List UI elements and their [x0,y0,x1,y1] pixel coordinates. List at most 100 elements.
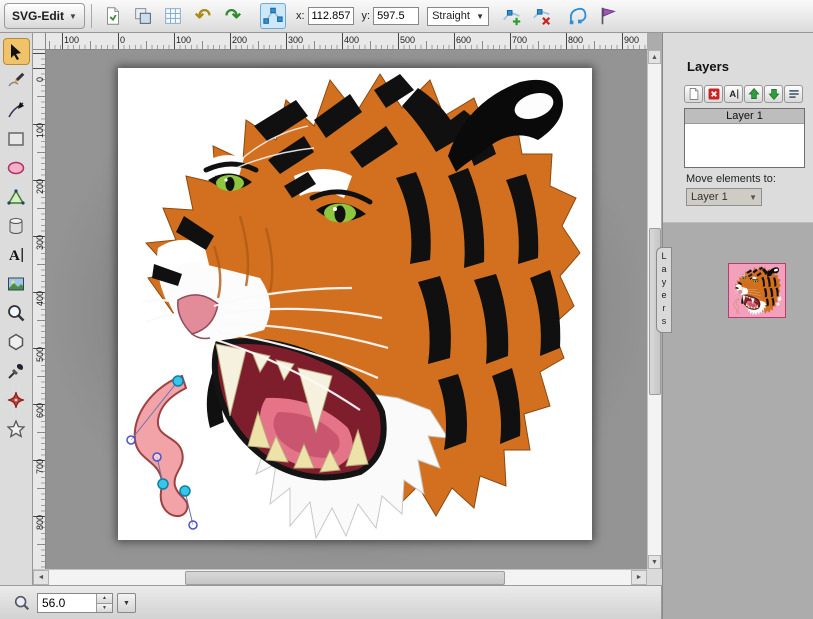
merge-layer-button[interactable] [784,85,803,103]
scroll-right-button[interactable]: ► [631,570,647,585]
redo-icon: ↷ [225,7,241,26]
star-tool[interactable] [3,415,30,442]
pencil-icon [6,71,26,91]
zoom-tool[interactable] [3,299,30,326]
spinner-up-icon: ▲ [102,595,107,601]
polygon-tool[interactable] [3,328,30,355]
line-tool[interactable] [3,96,30,123]
layer-buttons-row: A [684,85,803,103]
left-toolbar: A [0,33,33,585]
delete-layer-button[interactable] [704,85,723,103]
new-layer-button[interactable] [684,85,703,103]
horizontal-scroll-thumb[interactable] [185,571,505,585]
app-logo-label: SVG-Edit [12,9,64,23]
scroll-left-icon: ◄ [38,574,45,581]
duplicate-icon [132,5,154,27]
segment-type-select[interactable]: Straight ▼ [427,7,489,26]
link-control-points-button[interactable] [260,3,286,29]
zoom-input[interactable] [38,594,96,612]
eyedropper-tool[interactable] [3,357,30,384]
scroll-up-button[interactable]: ▲ [648,50,661,64]
link-control-points-icon [262,5,284,27]
zoom-spin-down-button[interactable]: ▼ [97,604,112,613]
ruler-label: 200 [232,35,247,45]
zoom-spinbox: ▲ ▼ [37,593,113,613]
scroll-left-button[interactable]: ◄ [33,570,49,585]
undo-button[interactable]: ↶ [190,3,216,29]
ruler-label: 600 [35,403,45,418]
delete-node-icon [531,5,553,27]
image-tool[interactable] [3,270,30,297]
zoom-preset-dropdown[interactable]: ▼ [117,593,136,613]
bottom-bar: ▲ ▼ ▼ [0,585,662,619]
document-button[interactable] [100,3,126,29]
ruler-label: 900 [624,35,639,45]
layers-side-tab[interactable]: Layers [656,247,672,333]
ruler-label: 500 [400,35,415,45]
flag-button[interactable] [595,3,621,29]
canvas-artwork[interactable] [118,68,592,540]
ruler-label: 300 [35,235,45,250]
ruler-label: 100 [176,35,191,45]
ruler-label: 100 [35,123,45,138]
horizontal-scrollbar[interactable]: ◄ ► [33,569,647,585]
pen-icon [6,100,26,120]
chevron-down-icon: ▼ [69,12,77,21]
open-path-button[interactable] [565,3,591,29]
svg-edit-app: SVG-Edit ▼ ↶ ↷ x: y: Straight ▼ [0,0,813,619]
drawing-canvas[interactable] [118,68,592,540]
select-tool[interactable] [3,38,30,65]
ruler-label: 200 [35,179,45,194]
path-triangle-icon [6,187,26,207]
toolbar-separator [91,4,92,28]
scroll-down-button[interactable]: ▼ [648,555,661,569]
move-layer-down-icon [767,87,781,101]
zoom-status-icon [13,594,31,612]
top-toolbar: SVG-Edit ▼ ↶ ↷ x: y: Straight ▼ [0,0,813,33]
star-icon [6,419,26,439]
x-coordinate-input[interactable] [308,7,354,25]
drawing-thumbnail [728,263,786,318]
main-menu-button[interactable]: SVG-Edit ▼ [4,3,85,29]
left-ruler: 0100200300400500600700800 [33,50,46,569]
canvas-workspace[interactable] [46,50,647,569]
layer-list: Layer 1 [684,108,805,168]
shape-library-tool[interactable] [3,212,30,239]
ellipse-tool[interactable] [3,154,30,181]
top-ruler: 1000100200300400500600700800900100 [46,33,647,50]
y-coordinate-input[interactable] [373,7,419,25]
ruler-label: 700 [35,459,45,474]
ornament-tool[interactable] [3,386,30,413]
redo-button[interactable]: ↷ [220,3,246,29]
move-layer-down-button[interactable] [764,85,783,103]
right-panel: Layers A [662,33,813,619]
layers-panel: Layers A [663,33,813,223]
text-tool[interactable]: A [3,241,30,268]
delete-node-button[interactable] [529,3,555,29]
pencil-tool[interactable] [3,67,30,94]
layers-panel-title: Layers [687,59,729,74]
ruler-label: 400 [35,291,45,306]
svg-text:A: A [729,89,736,99]
add-node-button[interactable] [499,3,525,29]
rename-layer-button[interactable]: A [724,85,743,103]
grid-icon [162,5,184,27]
zoom-spin-up-button[interactable]: ▲ [97,594,112,604]
duplicate-button[interactable] [130,3,156,29]
cylinder-icon [6,216,26,236]
layer-row[interactable]: Layer 1 [685,109,804,124]
ellipse-icon [6,158,26,178]
chevron-down-icon: ▼ [123,600,130,607]
grid-button[interactable] [160,3,186,29]
zoom-spinner: ▲ ▼ [96,594,112,612]
move-target-value: Layer 1 [691,191,728,203]
rect-tool[interactable] [3,125,30,152]
svg-text:A: A [9,248,20,264]
move-target-select[interactable]: Layer 1 ▼ [686,188,762,206]
hexagon-icon [6,332,26,352]
segment-type-value: Straight [432,10,470,22]
scroll-up-icon: ▲ [651,54,658,61]
ruler-label: 500 [35,347,45,362]
path-tool[interactable] [3,183,30,210]
move-layer-up-button[interactable] [744,85,763,103]
